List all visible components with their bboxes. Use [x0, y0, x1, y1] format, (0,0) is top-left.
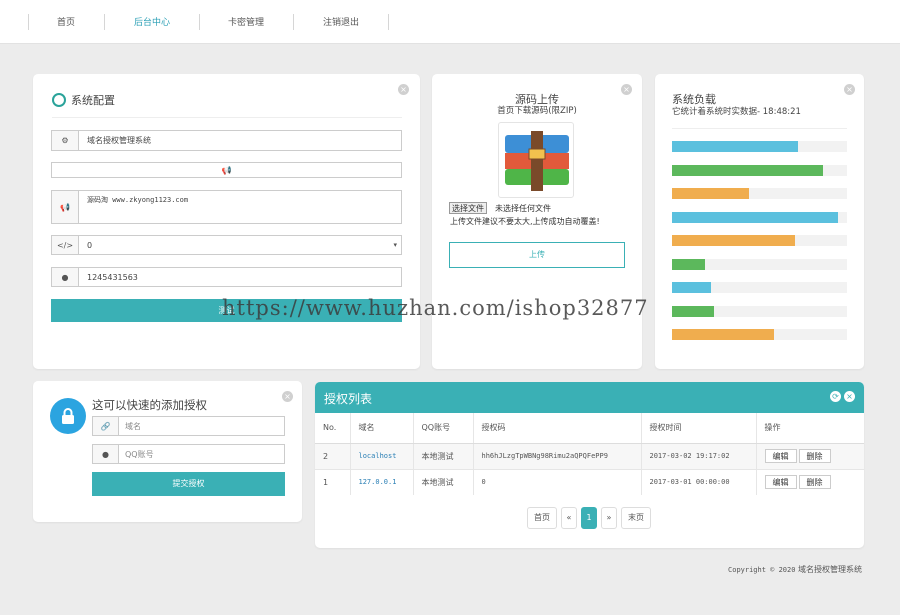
page-last[interactable]: 末页 [621, 507, 651, 529]
column-header: QQ账号 [412, 413, 473, 444]
no-file-text: 未选择任何文件 [495, 204, 551, 213]
domain-input[interactable]: 🔗 域名 [92, 416, 285, 436]
load-bar-track [672, 282, 847, 293]
upload-subtitle: 首页下载源码(限ZIP) [497, 106, 577, 116]
choose-file-button[interactable]: 选择文件 [449, 202, 487, 214]
footer-name: 域名授权管理系统 [798, 565, 862, 574]
qq-icon: ● [52, 268, 79, 286]
ring-icon [52, 93, 66, 107]
page-next[interactable]: » [601, 507, 617, 529]
cell-actions: 编辑 删除 [755, 468, 864, 495]
refresh-icon[interactable]: ⟳ [830, 391, 841, 402]
delete-button[interactable]: 删除 [798, 449, 831, 463]
load-subtitle: 它统计着系统时实数据- 18:48:21 [672, 107, 801, 117]
qq-icon: ● [93, 445, 119, 463]
add-close-icon[interactable]: × [282, 391, 293, 402]
nav-divider [388, 14, 389, 30]
nav-divider [104, 14, 105, 30]
load-bar-fill [672, 141, 798, 152]
load-bar-fill [672, 258, 706, 270]
load-bar-track [672, 164, 847, 176]
load-bar-track [672, 329, 847, 340]
cell-time: 2017-03-01 00:00:00 [640, 468, 756, 495]
delete-button[interactable]: 删除 [798, 475, 831, 490]
load-bar-fill [672, 329, 774, 340]
column-header: No. [315, 413, 350, 444]
cell-no: 2 [315, 442, 350, 469]
zip-archive-icon [498, 122, 574, 198]
notice-textarea[interactable] [79, 191, 399, 223]
table-header: 授权列表 ⟳ × [315, 382, 864, 413]
load-bar-fill [672, 211, 839, 223]
cell-domain[interactable]: localhost [349, 442, 413, 469]
cell-no: 1 [315, 468, 350, 495]
nav-admin-center[interactable]: 后台中心 [134, 15, 170, 28]
lock-icon [50, 398, 86, 434]
option-select[interactable]: </> 0 ▾ [51, 235, 402, 255]
cell-time: 2017-03-02 19:17:02 [640, 442, 756, 469]
top-nav: 首页 后台中心 卡密管理 注销退出 [0, 0, 900, 44]
cell-code: hh6hJLzgTpWBNg98Rimu2aQPQFePP9 [472, 442, 641, 469]
cell-qq: 本地测试 [412, 468, 473, 495]
page-first[interactable]: 首页 [527, 507, 557, 529]
load-bar-track [672, 235, 847, 246]
link-icon: 🔗 [93, 417, 119, 435]
qq-field[interactable]: ● 1245431563 [51, 267, 402, 287]
megaphone-icon: 📢 [221, 165, 232, 175]
column-header: 操作 [755, 413, 864, 444]
page-prev[interactable]: « [561, 507, 577, 529]
notice-toolbar[interactable]: 📢 [51, 162, 402, 178]
load-bar-track [672, 258, 847, 270]
qq-input[interactable]: ● QQ账号 [92, 444, 285, 464]
load-close-icon[interactable]: × [844, 84, 855, 95]
auth-table: No. 域名 QQ账号 授权码 授权时间 操作 2 localhost 本地测试… [315, 413, 864, 495]
nav-logout[interactable]: 注销退出 [323, 15, 359, 28]
load-bar-fill [672, 305, 714, 317]
nav-divider [293, 14, 294, 30]
load-bar-track [672, 188, 847, 199]
nav-home[interactable]: 首页 [57, 15, 75, 28]
edit-button[interactable]: 编辑 [764, 475, 797, 490]
column-header: 授权时间 [640, 413, 756, 444]
nav-divider [28, 14, 29, 30]
load-bar-fill [672, 282, 711, 293]
edit-button[interactable]: 编辑 [764, 449, 797, 463]
table-row: 1 127.0.0.1 本地测试 0 2017-03-01 00:00:00 编… [315, 468, 864, 495]
upload-hint: 上传文件建议不要太大,上传成功自动覆盖! [450, 217, 600, 226]
notice-field[interactable]: 📢 [51, 190, 402, 224]
copyright-text: Copyright © 2020 [728, 566, 796, 574]
add-title: 这可以快速的添加授权 [92, 398, 207, 412]
cell-actions: 编辑 删除 [755, 442, 864, 469]
gear-icon: ⚙ [52, 131, 79, 150]
load-bar-track [672, 141, 847, 152]
column-header: 授权码 [472, 413, 641, 444]
caret-down-icon: ▾ [393, 241, 397, 249]
divider [52, 117, 402, 118]
footer: Copyright © 2020 域名授权管理系统 [728, 564, 862, 575]
divider [672, 128, 847, 129]
nav-divider [199, 14, 200, 30]
code-icon: </> [52, 236, 79, 254]
add-submit-button[interactable]: 提交授权 [92, 472, 285, 496]
table-row: 2 localhost 本地测试 hh6hJLzgTpWBNg98Rimu2aQ… [315, 442, 864, 469]
close-icon[interactable]: × [844, 391, 855, 402]
load-bar-track [672, 211, 847, 223]
config-close-icon[interactable]: × [398, 84, 409, 95]
cell-code: 0 [472, 468, 641, 495]
column-header: 域名 [349, 413, 413, 444]
load-bar-fill [672, 235, 795, 246]
load-bar-fill [672, 188, 749, 199]
config-title: 系统配置 [52, 92, 115, 108]
config-submit-button[interactable]: 测试 [51, 299, 402, 322]
megaphone-icon: 📢 [52, 191, 79, 223]
page-current[interactable]: 1 [581, 507, 597, 529]
cell-domain[interactable]: 127.0.0.1 [349, 468, 413, 495]
table-title: 授权列表 [324, 392, 373, 406]
nav-card-management[interactable]: 卡密管理 [228, 15, 264, 28]
cell-qq: 本地测试 [412, 442, 473, 469]
load-bar-fill [672, 164, 823, 176]
load-bar-track [672, 305, 847, 317]
upload-button[interactable]: 上传 [449, 242, 625, 268]
site-name-field[interactable]: ⚙ 域名授权管理系统 [51, 130, 402, 151]
